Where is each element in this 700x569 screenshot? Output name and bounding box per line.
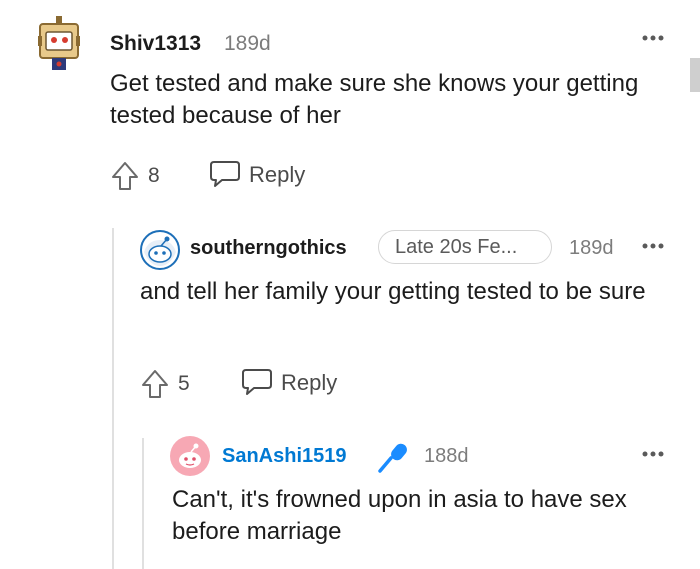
comment-age: 188d [424,445,469,467]
reply-bubble-icon[interactable] [240,367,274,397]
upvote-icon[interactable] [140,368,170,400]
thread-line[interactable] [112,228,114,569]
comment-body: Can't, it's frowned upon in asia to have… [172,486,627,545]
comment-age: 189d [224,32,271,55]
thread-line[interactable] [142,438,144,569]
more-options-icon[interactable] [638,444,668,464]
user-avatar-icon[interactable] [170,436,210,476]
comment-username[interactable]: SanAshi1519 [222,445,347,468]
upvote-count: 5 [178,372,190,395]
upvote-count: 8 [148,164,160,187]
comment-body: and tell her family your getting tested … [140,278,646,305]
reply-bubble-icon[interactable] [208,159,242,189]
upvote-icon[interactable] [110,160,140,192]
user-avatar-icon[interactable] [36,14,82,72]
reply-button[interactable]: Reply [281,370,337,396]
comment-age: 189d [569,237,614,259]
user-flair-badge: Late 20s Fe... [378,230,552,264]
reply-button[interactable]: Reply [249,162,305,188]
more-options-icon[interactable] [638,28,668,48]
more-options-icon[interactable] [638,236,668,256]
comment-username[interactable]: Shiv1313 [110,32,201,56]
user-avatar-icon[interactable] [140,230,180,270]
comment-username[interactable]: southerngothics [190,237,347,260]
scrollbar-thumb[interactable] [690,58,700,92]
microphone-icon [378,443,407,473]
comment-body: Get tested and make sure she knows your … [110,70,639,129]
